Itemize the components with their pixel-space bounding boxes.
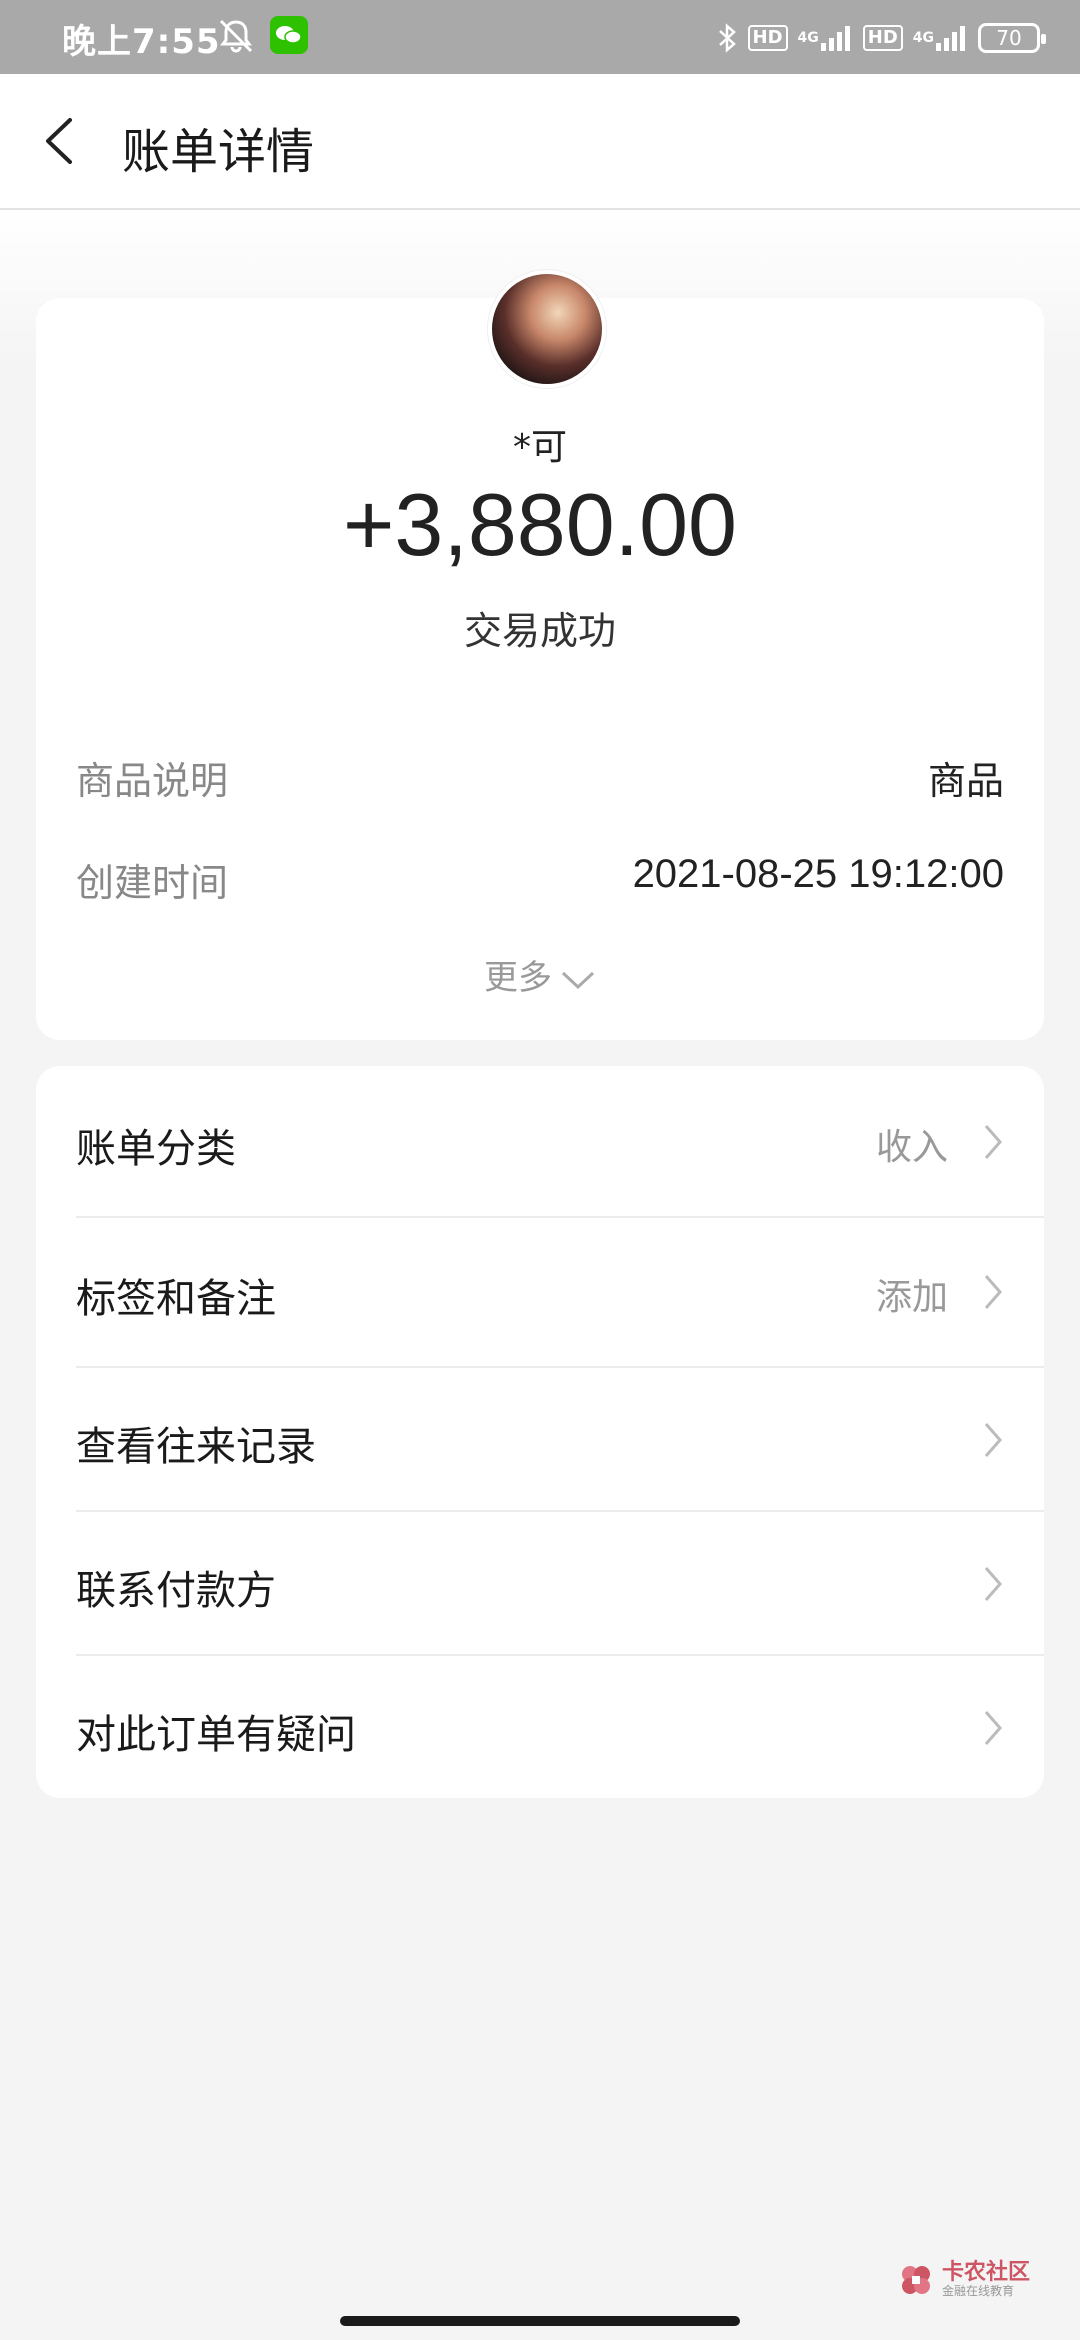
detail-row-product: 商品说明 商品 [76, 750, 1004, 810]
menu-item-label: 对此订单有疑问 [76, 1712, 356, 1758]
hd-badge-2: HD [862, 25, 903, 51]
chevron-right-icon [984, 1275, 1002, 1309]
watermark-text: 卡农社区 金融在线教育 [941, 2260, 1030, 2299]
menu-item-bill-category[interactable]: 账单分类 收入 [36, 1066, 1044, 1218]
hd-badge: HD [747, 25, 788, 51]
menu-item-label: 账单分类 [76, 1126, 236, 1172]
payer-avatar[interactable] [488, 270, 606, 388]
detail-value: 商品 [927, 759, 1004, 803]
watermark-subtitle: 金融在线教育 [941, 2284, 1014, 2298]
transaction-status: 交易成功 [463, 609, 616, 653]
signal-4g-1: 4G [798, 25, 853, 51]
menu-item-value: 添加 [875, 1277, 948, 1318]
transaction-card [36, 298, 1044, 1040]
muted-bell-icon [219, 19, 253, 53]
detail-label: 创建时间 [76, 861, 229, 905]
detail-row-created-time: 创建时间 2021-08-25 19:12:00 [76, 852, 1004, 912]
chevron-right-icon [984, 1711, 1002, 1745]
more-label: 更多 [484, 958, 552, 998]
menu-item-label: 标签和备注 [76, 1276, 276, 1322]
menu-item-contact-payer[interactable]: 联系付款方 [36, 1512, 1044, 1656]
menu-item-label: 联系付款方 [76, 1568, 276, 1614]
watermark-title: 卡农社区 [941, 2260, 1030, 2285]
page-title: 账单详情 [122, 124, 315, 180]
status-icons: HD 4G HD 4G 70 [716, 18, 1046, 58]
menu-item-value: 收入 [875, 1127, 948, 1168]
nav-bar: 账单详情 [0, 74, 1080, 210]
wechat-notification-icon [270, 16, 308, 54]
payer-name: *可 [512, 427, 567, 468]
detail-label: 商品说明 [76, 759, 229, 803]
signal-4g-2: 4G [913, 25, 968, 51]
menu-item-tags-notes[interactable]: 标签和备注 添加 [36, 1218, 1044, 1368]
chevron-right-icon [984, 1423, 1002, 1457]
chevron-left-icon[interactable] [36, 110, 84, 172]
chevron-right-icon [984, 1567, 1002, 1601]
chevron-down-icon [561, 971, 595, 989]
signal-bars-icon [936, 26, 965, 51]
battery-icon: 70 [978, 23, 1046, 53]
bill-actions-card: 账单分类 收入 标签和备注 添加 查看往来记录 联系付款方 对此订单有疑问 [36, 1066, 1044, 1798]
status-bar: 晚上7:55 HD 4G HD 4G 70 [0, 0, 1080, 74]
watermark: 卡农社区 金融在线教育 [898, 2262, 1030, 2298]
menu-item-transaction-history[interactable]: 查看往来记录 [36, 1368, 1044, 1512]
detail-value: 2021-08-25 19:12:00 [632, 852, 1004, 896]
menu-item-label: 查看往来记录 [76, 1424, 316, 1470]
transaction-amount: +3,880.00 [343, 475, 737, 574]
chevron-right-icon [984, 1125, 1002, 1159]
status-time: 晚上7:55 [62, 22, 221, 62]
kanong-logo-icon [901, 2266, 930, 2294]
bluetooth-icon [718, 23, 736, 53]
more-button[interactable]: 更多 [0, 950, 1080, 999]
menu-item-order-question[interactable]: 对此订单有疑问 [36, 1656, 1044, 1798]
home-indicator[interactable] [340, 2316, 740, 2326]
signal-bars-icon [820, 26, 850, 51]
